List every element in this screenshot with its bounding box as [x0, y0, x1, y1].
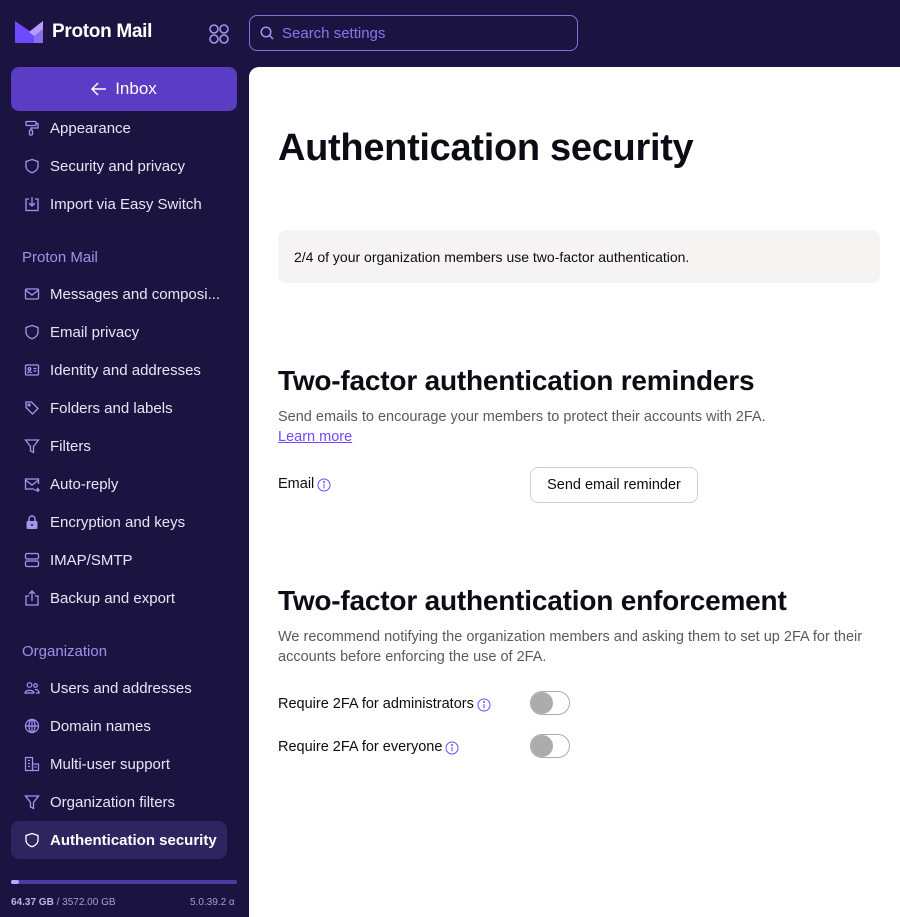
info-icon[interactable]	[317, 478, 331, 492]
require-2fa-everyone-toggle[interactable]	[530, 734, 570, 758]
sidebar-item-label: Organization filters	[50, 793, 176, 811]
reminders-description: Send emails to encourage your members to…	[278, 407, 868, 447]
sidebar-item-appearance[interactable]: Appearance	[11, 109, 237, 147]
proton-mail-logo[interactable]: Proton Mail	[14, 20, 152, 44]
sidebar-item-encryption-and-keys[interactable]: Encryption and keys	[11, 503, 237, 541]
app-version: 5.0.39.2 α	[190, 897, 235, 908]
shield-icon	[24, 832, 40, 848]
sidebar-item-backup-and-export[interactable]: Backup and export	[11, 579, 237, 617]
settings-content: Authentication security 2/4 of your orga…	[249, 67, 900, 917]
paint-roller-icon	[24, 120, 40, 136]
storage-total: / 3572.00 GB	[56, 897, 116, 908]
sidebar-item-domain-names[interactable]: Domain names	[11, 707, 237, 745]
section-title-proton-mail: Proton Mail	[22, 249, 98, 266]
sidebar-item-messages-and-composing[interactable]: Messages and composi...	[11, 275, 237, 313]
sidebar-item-multi-user-support[interactable]: Multi-user support	[11, 745, 237, 783]
servers-icon	[24, 552, 40, 568]
search-input[interactable]	[282, 24, 562, 42]
search-icon	[260, 26, 274, 40]
email-reminder-label: Email	[278, 475, 331, 492]
sidebar-item-identity-and-addresses[interactable]: Identity and addresses	[11, 351, 237, 389]
email-label: Email	[278, 475, 315, 492]
sidebar-item-label: Users and addresses	[50, 679, 192, 697]
inbox-button[interactable]: Inbox	[11, 67, 237, 111]
lock-icon	[24, 514, 40, 530]
sidebar-item-label: Domain names	[50, 717, 151, 735]
sidebar-item-organization-filters[interactable]: Organization filters	[11, 783, 237, 821]
reminders-heading: Two-factor authentication reminders	[278, 365, 755, 396]
shield-icon	[24, 158, 40, 174]
sidebar-item-label: Auto-reply	[50, 475, 119, 493]
storage-usage: 64.37 GB / 3572.00 GB	[11, 897, 116, 908]
sidebar-item-label: Appearance	[50, 119, 131, 137]
sidebar-item-label: Import via Easy Switch	[50, 195, 202, 213]
enforcement-heading: Two-factor authentication enforcement	[278, 585, 787, 616]
sidebar-item-email-privacy[interactable]: Email privacy	[11, 313, 237, 351]
shield-icon	[24, 324, 40, 340]
sidebar-item-imap-smtp[interactable]: IMAP/SMTP	[11, 541, 237, 579]
require-2fa-everyone-label: Require 2FA for everyone	[278, 738, 443, 755]
app-name: Proton Mail	[52, 21, 153, 42]
require-2fa-admins-toggle[interactable]	[530, 691, 570, 715]
send-email-reminder-button[interactable]: Send email reminder	[530, 467, 698, 503]
sidebar-item-auto-reply[interactable]: Auto-reply	[11, 465, 237, 503]
sidebar-item-authentication-security[interactable]: Authentication security	[11, 821, 227, 859]
reminders-description-text: Send emails to encourage your members to…	[278, 409, 766, 425]
storage-progress-fill	[11, 880, 19, 884]
sidebar-item-folders-and-labels[interactable]: Folders and labels	[11, 389, 237, 427]
tags-icon	[24, 400, 40, 416]
export-icon	[24, 590, 40, 606]
page-title: Authentication security	[278, 127, 694, 169]
sidebar-item-label: Messages and composi...	[50, 285, 221, 303]
buildings-icon	[24, 756, 40, 772]
grid-icon[interactable]	[208, 23, 230, 45]
storage-progress-bar	[11, 880, 237, 884]
users-icon	[24, 680, 40, 696]
notice-text: 2/4 of your organization members use two…	[294, 248, 690, 265]
two-factor-usage-notice: 2/4 of your organization members use two…	[278, 230, 880, 283]
sidebar-item-label: Security and privacy	[50, 157, 186, 175]
sidebar-item-label: Multi-user support	[50, 755, 171, 773]
sidebar-item-security-and-privacy[interactable]: Security and privacy	[11, 147, 237, 185]
toggle-knob	[531, 692, 553, 714]
sidebar-item-label: Encryption and keys	[50, 513, 186, 531]
proton-logo-icon	[15, 21, 43, 43]
arrow-left-icon	[91, 82, 107, 96]
sidebar-item-label: Backup and export	[50, 589, 176, 607]
require-2fa-admins-row: Require 2FA for administrators	[278, 695, 491, 712]
envelope-reply-icon	[24, 476, 40, 492]
sidebar-item-label: Authentication security	[50, 831, 217, 849]
enforcement-description: We recommend notifying the organization …	[278, 629, 863, 665]
sidebar-item-label: IMAP/SMTP	[50, 551, 133, 569]
info-icon[interactable]	[477, 698, 491, 712]
sidebar-item-label: Filters	[50, 437, 91, 455]
require-2fa-everyone-row: Require 2FA for everyone	[278, 738, 459, 755]
sidebar-item-label: Identity and addresses	[50, 361, 201, 379]
import-icon	[24, 196, 40, 212]
learn-more-link[interactable]: Learn more	[278, 429, 352, 445]
sidebar-item-users-and-addresses[interactable]: Users and addresses	[11, 669, 237, 707]
inbox-button-label: Inbox	[115, 79, 157, 98]
filter-icon	[24, 794, 40, 810]
section-title-organization: Organization	[22, 643, 108, 660]
search-settings-field[interactable]	[249, 15, 578, 51]
info-icon[interactable]	[445, 741, 459, 755]
require-2fa-admins-label: Require 2FA for administrators	[278, 695, 474, 712]
sidebar-item-label: Email privacy	[50, 323, 140, 341]
storage-used: 64.37 GB	[11, 897, 54, 908]
sidebar-item-import-via-easy-switch[interactable]: Import via Easy Switch	[11, 185, 237, 223]
filter-icon	[24, 438, 40, 454]
sidebar-item-filters[interactable]: Filters	[11, 427, 237, 465]
settings-navigation: Appearance Security and privacy Import v…	[11, 109, 237, 859]
id-card-icon	[24, 362, 40, 378]
envelope-icon	[24, 286, 40, 302]
globe-icon	[24, 718, 40, 734]
sidebar-item-label: Folders and labels	[50, 399, 173, 417]
toggle-knob	[531, 735, 553, 757]
